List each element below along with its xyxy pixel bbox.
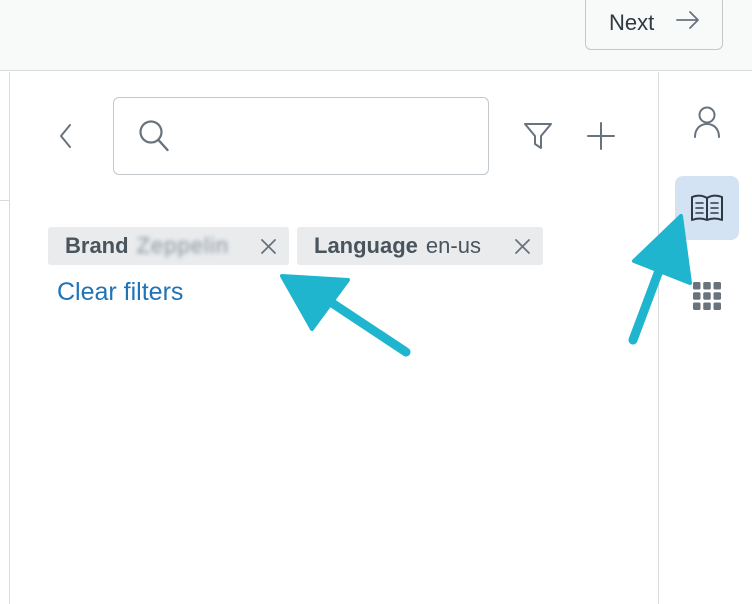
next-button-label: Next (609, 10, 655, 35)
chevron-left-icon (60, 124, 71, 148)
arrow-right-icon (676, 11, 699, 29)
close-icon[interactable] (260, 238, 277, 255)
apps-button[interactable] (675, 264, 739, 328)
filter-chip-language-value: en-us (425, 233, 481, 258)
close-icon[interactable] (514, 238, 531, 255)
filter-button[interactable] (518, 116, 558, 156)
knowledge-button[interactable] (675, 176, 739, 240)
clear-filters-link[interactable]: Clear filters (57, 278, 183, 307)
filter-chip-language-key: Language (314, 233, 418, 258)
filter-icon (524, 123, 552, 149)
top-bar: Next (0, 0, 752, 71)
main-content-edge (0, 72, 10, 604)
filter-chip-language: Language en-us (297, 227, 543, 265)
user-button[interactable] (675, 90, 739, 154)
search-input[interactable] (184, 116, 474, 156)
search-field[interactable] (113, 97, 489, 175)
search-icon (139, 120, 169, 152)
filter-chip-brand-value: Zeppelin (136, 233, 229, 258)
user-icon (694, 106, 720, 138)
back-button[interactable] (52, 118, 78, 154)
next-button[interactable]: Next (585, 0, 723, 50)
apps-grid-icon (693, 282, 721, 310)
filter-chip-brand-key: Brand (65, 233, 129, 258)
book-icon (691, 194, 723, 221)
plus-icon (587, 122, 615, 150)
add-button[interactable] (581, 116, 621, 156)
filter-chip-brand: Brand Zeppelin (48, 227, 289, 265)
annotation-arrow-filters (280, 274, 411, 357)
context-rail (658, 72, 752, 604)
